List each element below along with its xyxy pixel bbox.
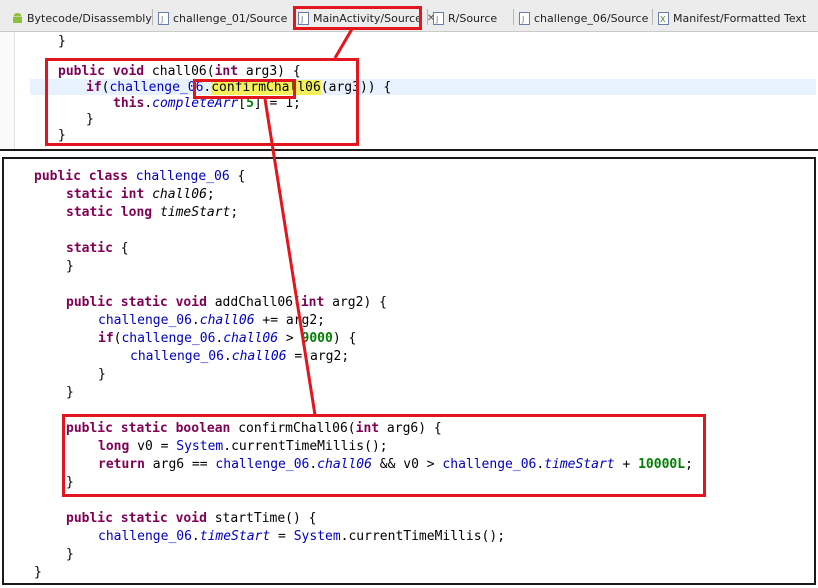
annotation-box-confirmchall06-call xyxy=(193,79,296,99)
annotation-box-mainactivity-tab xyxy=(293,6,422,30)
code-line: } xyxy=(66,259,74,274)
code-line: public static void addChall06(int arg2) … xyxy=(66,295,387,310)
tab-label: R/Source xyxy=(448,11,498,25)
svg-text:X: X xyxy=(660,15,666,24)
tab-challenge-01-source[interactable]: J challenge_01/Source xyxy=(152,8,288,28)
android-icon xyxy=(12,12,23,25)
tab-label: Manifest/Formatted Text xyxy=(673,11,807,25)
code-line: challenge_06.timeStart = System.currentT… xyxy=(98,529,506,544)
code-line: } xyxy=(66,385,74,400)
java-file-icon: J xyxy=(433,11,444,25)
code-line: static { xyxy=(66,241,129,256)
code-line: } xyxy=(34,565,42,580)
tab-challenge-06-source[interactable]: J challenge_06/Source xyxy=(513,8,649,28)
annotation-box-confirmchall06-method xyxy=(62,414,706,497)
xml-file-icon: X xyxy=(658,11,669,25)
java-file-icon: J xyxy=(519,11,530,25)
code-line: public class challenge_06 { xyxy=(34,169,246,184)
svg-text:J: J xyxy=(521,15,524,24)
tab-label: challenge_01/Source xyxy=(173,11,288,25)
java-file-icon: J xyxy=(158,11,169,25)
challenge06-source-editor[interactable]: public class challenge_06 { static int c… xyxy=(2,157,816,585)
code-line: static int chall06; xyxy=(66,187,215,202)
tab-label: challenge_06/Source xyxy=(534,11,649,25)
code-line: public static void startTime() { xyxy=(66,511,317,526)
tab-r-source[interactable]: J R/Source xyxy=(427,8,498,28)
code-line: challenge_06.chall06 += arg2; xyxy=(98,313,325,328)
code-line: static long timeStart; xyxy=(66,205,239,220)
code-line: } xyxy=(66,547,74,562)
svg-text:J: J xyxy=(435,15,438,24)
editor-gutter xyxy=(0,32,15,149)
annotation-box-chall06-method xyxy=(45,58,359,146)
code-line: challenge_06.chall06 = arg2; xyxy=(130,349,350,364)
tab-bytecode-disassembly[interactable]: Bytecode/Disassembly xyxy=(12,8,152,28)
code-line: if(challenge_06.chall06 > 9000) { xyxy=(98,331,357,346)
tab-manifest-formatted-text[interactable]: X Manifest/Formatted Text xyxy=(652,8,807,28)
code-line: } xyxy=(58,34,66,49)
code-line: } xyxy=(98,367,106,382)
svg-text:J: J xyxy=(160,15,163,24)
tab-label: Bytecode/Disassembly xyxy=(27,11,152,25)
